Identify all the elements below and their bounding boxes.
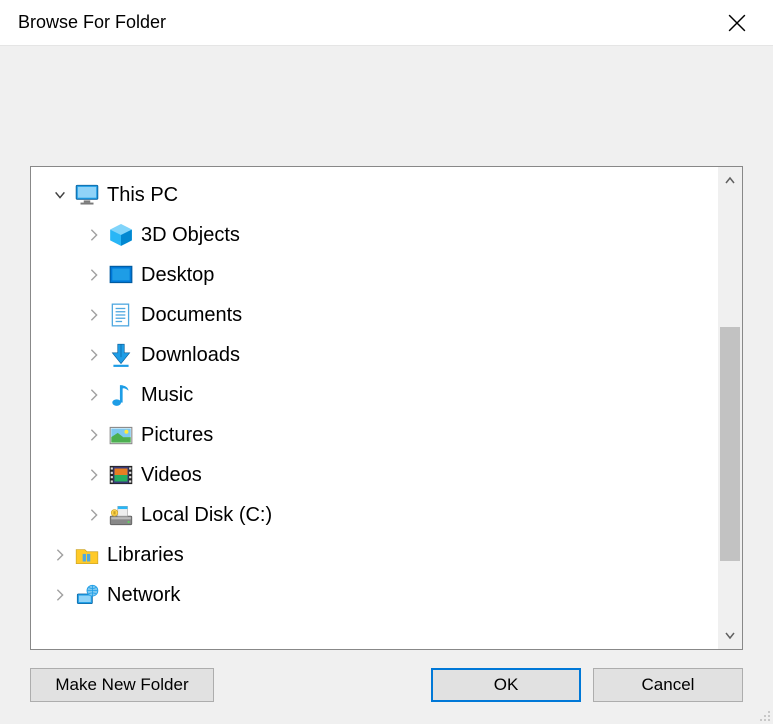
tree-item-libraries[interactable]: Libraries (35, 535, 742, 575)
scrollbar[interactable] (718, 167, 742, 649)
this-pc-icon (73, 181, 101, 209)
tree-label: Documents (141, 304, 242, 327)
tree-item-pictures[interactable]: Pictures (35, 415, 742, 455)
tree-item-this-pc[interactable]: This PC (35, 175, 742, 215)
network-icon (73, 581, 101, 609)
tree-label: This PC (107, 184, 178, 207)
folder-tree[interactable]: This PC 3D Objects Desktop (30, 166, 743, 650)
tree-label: Downloads (141, 344, 240, 367)
chevron-right-icon[interactable] (51, 546, 69, 564)
tree-label: Videos (141, 464, 202, 487)
videos-icon (107, 461, 135, 489)
chevron-right-icon[interactable] (85, 506, 103, 524)
tree-label: Music (141, 384, 193, 407)
make-new-folder-button[interactable]: Make New Folder (30, 668, 214, 702)
tree-label: Desktop (141, 264, 214, 287)
music-icon (107, 381, 135, 409)
tree-label: Libraries (107, 544, 184, 567)
chevron-right-icon[interactable] (85, 226, 103, 244)
resize-grip-icon[interactable] (755, 706, 771, 722)
chevron-right-icon[interactable] (85, 306, 103, 324)
chevron-right-icon[interactable] (85, 386, 103, 404)
desktop-icon (107, 261, 135, 289)
close-icon (728, 14, 746, 32)
chevron-right-icon[interactable] (85, 266, 103, 284)
tree-item-3d-objects[interactable]: 3D Objects (35, 215, 742, 255)
button-row: Make New Folder OK Cancel (30, 668, 743, 702)
tree-label: Local Disk (C:) (141, 504, 272, 527)
ok-button[interactable]: OK (431, 668, 581, 702)
content-area: This PC 3D Objects Desktop (0, 46, 773, 724)
tree-item-desktop[interactable]: Desktop (35, 255, 742, 295)
tree-item-videos[interactable]: Videos (35, 455, 742, 495)
chevron-right-icon[interactable] (85, 426, 103, 444)
scroll-up-icon[interactable] (718, 169, 742, 193)
drive-icon (107, 501, 135, 529)
tree-item-network[interactable]: Network (35, 575, 742, 615)
tree-label: Pictures (141, 424, 213, 447)
chevron-right-icon[interactable] (51, 586, 69, 604)
documents-icon (107, 301, 135, 329)
close-button[interactable] (719, 5, 755, 41)
scroll-thumb[interactable] (720, 327, 740, 561)
tree-item-downloads[interactable]: Downloads (35, 335, 742, 375)
tree-label: Network (107, 584, 180, 607)
chevron-right-icon[interactable] (85, 466, 103, 484)
tree-item-local-disk[interactable]: Local Disk (C:) (35, 495, 742, 535)
pictures-icon (107, 421, 135, 449)
tree-item-music[interactable]: Music (35, 375, 742, 415)
scroll-down-icon[interactable] (718, 623, 742, 647)
titlebar: Browse For Folder (0, 0, 773, 46)
tree-item-documents[interactable]: Documents (35, 295, 742, 335)
window-title: Browse For Folder (18, 12, 719, 33)
libraries-icon (73, 541, 101, 569)
chevron-down-icon[interactable] (51, 186, 69, 204)
browse-folder-dialog: Browse For Folder This PC (0, 0, 773, 724)
tree-label: 3D Objects (141, 224, 240, 247)
cube-icon (107, 221, 135, 249)
cancel-button[interactable]: Cancel (593, 668, 743, 702)
downloads-icon (107, 341, 135, 369)
chevron-right-icon[interactable] (85, 346, 103, 364)
